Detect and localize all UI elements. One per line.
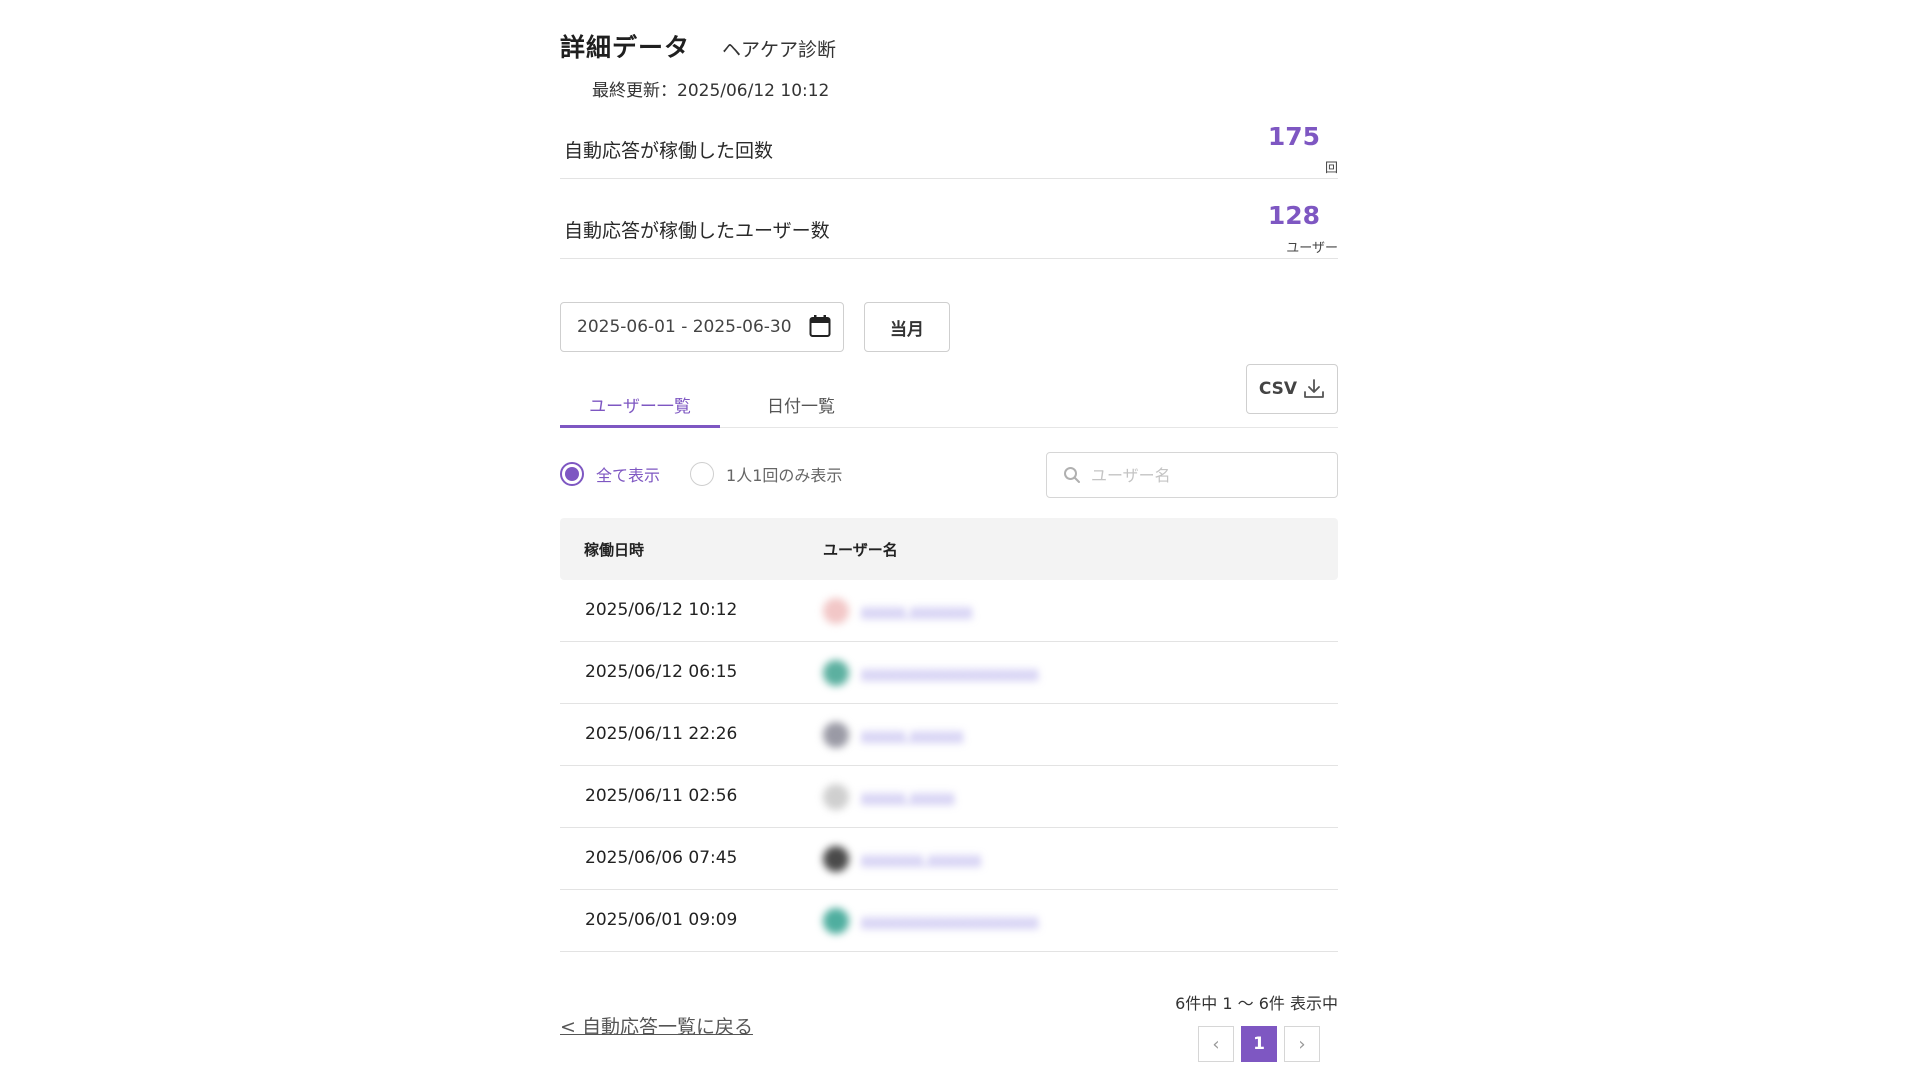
user-search-input[interactable]	[1091, 465, 1321, 485]
row-user[interactable]: xxxxx xxxxx	[823, 784, 955, 810]
row-user[interactable]: xxxxxxx xxxxxx	[823, 846, 981, 872]
radio-button[interactable]	[690, 462, 715, 486]
username-link[interactable]: xxxxx xxxxxx	[861, 726, 963, 744]
stat-user-count: 自動応答が稼働したユーザー数 128 ユーザー	[560, 179, 1338, 259]
next-page-button[interactable]: ›	[1284, 1026, 1320, 1062]
row-date: 2025/06/01 09:09	[585, 910, 738, 930]
row-user[interactable]: xxxxxxxxxxxxxxxxxxxx	[823, 908, 1039, 934]
radio-button-checked[interactable]	[560, 462, 584, 486]
row-date: 2025/06/06 07:45	[585, 848, 738, 868]
user-table: 稼働日時 ユーザー名 2025/06/12 10:12 xxxxx xxxxxxx…	[560, 518, 1338, 952]
username-link[interactable]: xxxxxxxxxxxxxxxxxxxx	[861, 912, 1039, 930]
stat-value: 175	[1267, 122, 1320, 151]
page-header: 詳細データ ヘアケア診断	[560, 28, 836, 64]
radio-label: 全て表示	[596, 466, 661, 485]
stat-unit: ユーザー	[1286, 241, 1338, 256]
last-updated: 最終更新：2025/06/12 10:12	[592, 81, 830, 101]
avatar	[823, 908, 849, 934]
tab-bar: ユーザー一覧 日付一覧	[560, 380, 1338, 428]
row-user[interactable]: xxxxx xxxxxx	[823, 722, 963, 748]
avatar	[823, 784, 849, 810]
table-row: 2025/06/12 06:15 xxxxxxxxxxxxxxxxxxxx	[560, 642, 1338, 704]
date-range-value: 2025-06-01 - 2025-06-30	[577, 317, 792, 337]
table-body: 2025/06/12 10:12 xxxxx xxxxxxx 2025/06/12 …	[560, 580, 1338, 952]
stat-unit: 回	[1324, 161, 1338, 176]
calendar-icon	[809, 315, 831, 337]
stat-label: 自動応答が稼働したユーザー数	[564, 220, 830, 242]
row-date: 2025/06/12 06:15	[585, 662, 738, 682]
username-link[interactable]: xxxxxxx xxxxxx	[861, 850, 981, 868]
pagination: ‹ 1 ›	[1198, 1026, 1320, 1062]
radio-show-all[interactable]: 全て表示	[560, 462, 660, 486]
detail-page: 詳細データ ヘアケア診断 最終更新：2025/06/12 10:12 自動応答が…	[560, 0, 1338, 1080]
column-header-date: 稼働日時	[584, 541, 645, 559]
current-month-button[interactable]: 当月	[864, 302, 950, 352]
table-row: 2025/06/11 02:56 xxxxx xxxxx	[560, 766, 1338, 828]
row-date: 2025/06/11 22:26	[585, 724, 738, 744]
page-title: 詳細データ	[560, 33, 691, 62]
display-mode-radio-group: 全て表示 1人1回のみ表示	[560, 462, 842, 486]
back-to-list-link[interactable]: < 自動応答一覧に戻る	[560, 1012, 753, 1039]
date-range-picker[interactable]: 2025-06-01 - 2025-06-30	[560, 302, 844, 352]
radio-label: 1人1回のみ表示	[726, 466, 843, 485]
column-header-username: ユーザー名	[823, 541, 898, 559]
radio-show-once[interactable]: 1人1回のみ表示	[690, 462, 842, 486]
stat-value: 128	[1267, 201, 1320, 230]
username-link[interactable]: xxxxx xxxxx	[861, 788, 955, 806]
avatar	[823, 598, 849, 624]
avatar	[823, 660, 849, 686]
username-link[interactable]: xxxxx xxxxxxx	[861, 602, 972, 620]
table-row: 2025/06/12 10:12 xxxxx xxxxxxx	[560, 580, 1338, 642]
table-row: 2025/06/11 22:26 xxxxx xxxxxx	[560, 704, 1338, 766]
page-button-current[interactable]: 1	[1241, 1026, 1277, 1062]
row-user[interactable]: xxxxx xxxxxxx	[823, 598, 972, 624]
stat-run-count: 自動応答が稼働した回数 175 回	[560, 100, 1338, 179]
table-row: 2025/06/01 09:09 xxxxxxxxxxxxxxxxxxxx	[560, 890, 1338, 952]
username-link[interactable]: xxxxxxxxxxxxxxxxxxxx	[861, 664, 1039, 682]
pagination-info: 6件中 1 〜 6件 表示中	[1175, 994, 1338, 1013]
table-header: 稼働日時 ユーザー名	[560, 518, 1338, 580]
tab-user-list[interactable]: ユーザー一覧	[560, 392, 720, 428]
tab-date-list[interactable]: 日付一覧	[736, 392, 866, 428]
table-row: 2025/06/06 07:45 xxxxxxx xxxxxx	[560, 828, 1338, 890]
user-search-box	[1046, 452, 1338, 498]
stat-label: 自動応答が稼働した回数	[564, 140, 774, 162]
avatar	[823, 722, 849, 748]
prev-page-button[interactable]: ‹	[1198, 1026, 1234, 1062]
page-subtitle: ヘアケア診断	[722, 39, 837, 61]
row-user[interactable]: xxxxxxxxxxxxxxxxxxxx	[823, 660, 1039, 686]
search-icon	[1064, 467, 1080, 483]
avatar	[823, 846, 849, 872]
row-date: 2025/06/12 10:12	[585, 600, 738, 620]
row-date: 2025/06/11 02:56	[585, 786, 738, 806]
